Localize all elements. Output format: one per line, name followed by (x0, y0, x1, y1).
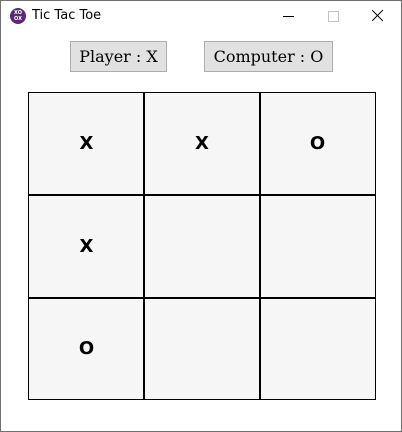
maximize-button[interactable] (311, 1, 355, 32)
close-icon (372, 9, 384, 21)
close-button[interactable] (356, 1, 400, 32)
board-cell-r2-c2[interactable] (144, 195, 260, 298)
board-cell-r2-c3[interactable] (260, 195, 375, 298)
grid-line-horizontal-1 (29, 194, 375, 196)
board-cell-r1-c3[interactable]: O (260, 93, 375, 195)
app-window: XO OX Tic Tac Toe Player : X Computer : … (0, 0, 402, 432)
minimize-button[interactable] (267, 1, 311, 32)
maximize-icon (328, 11, 339, 22)
game-board: XXOXO (28, 92, 376, 400)
grid-line-horizontal-2 (29, 297, 375, 299)
app-icon-text-top: XO (14, 10, 22, 16)
grid-line-vertical-2 (259, 93, 261, 399)
board-cell-r3-c3[interactable] (260, 298, 375, 399)
computer-label-button[interactable]: Computer : O (204, 41, 333, 72)
minimize-icon (283, 16, 294, 17)
board-cell-r3-c1[interactable]: O (29, 298, 144, 399)
board-cell-r3-c2[interactable] (144, 298, 260, 399)
board-cell-r1-c2[interactable]: X (144, 93, 260, 195)
app-icon: XO OX (10, 8, 26, 24)
player-label-button[interactable]: Player : X (70, 41, 167, 72)
board-cell-r1-c1[interactable]: X (29, 93, 144, 195)
window-title: Tic Tac Toe (32, 8, 102, 23)
board-cell-r2-c1[interactable]: X (29, 195, 144, 298)
app-icon-text-bottom: OX (14, 16, 22, 22)
title-bar[interactable]: XO OX Tic Tac Toe (1, 1, 401, 32)
grid-line-vertical-1 (143, 93, 145, 399)
